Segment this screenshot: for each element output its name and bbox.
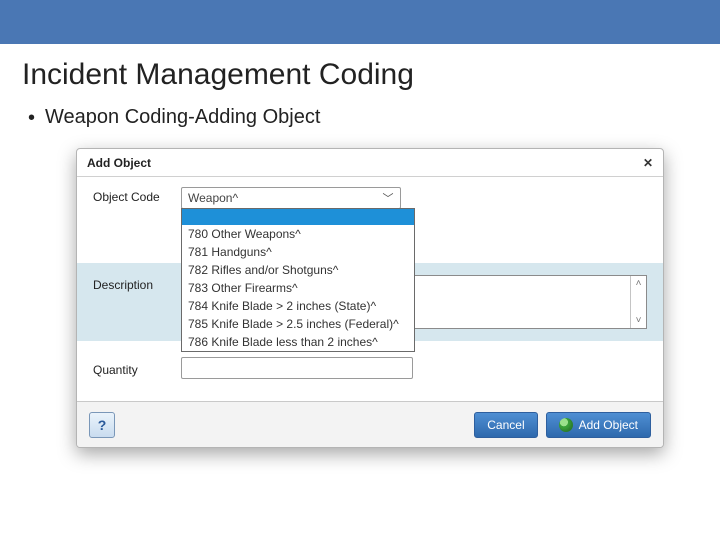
- help-icon: ?: [98, 417, 107, 433]
- object-code-row: Object Code Weapon^ ﹀ 780 Other Weapons^…: [93, 187, 647, 209]
- scroll-up-icon[interactable]: ˄: [636, 278, 642, 289]
- bullet-text: Weapon Coding-Adding Object: [45, 106, 320, 129]
- dropdown-option[interactable]: 784 Knife Blade > 2 inches (State)^: [182, 297, 414, 315]
- object-code-field: Weapon^ ﹀ 780 Other Weapons^ 781 Handgun…: [181, 187, 647, 209]
- object-code-dropdown[interactable]: 780 Other Weapons^ 781 Handguns^ 782 Rif…: [181, 208, 415, 352]
- cancel-button[interactable]: Cancel: [474, 412, 537, 438]
- dialog-footer: ? Cancel Add Object: [77, 401, 663, 447]
- dropdown-option-selected[interactable]: [182, 209, 414, 225]
- object-code-label: Object Code: [93, 187, 181, 204]
- dropdown-option[interactable]: 782 Rifles and/or Shotguns^: [182, 261, 414, 279]
- scroll-down-icon[interactable]: ˅: [636, 315, 642, 326]
- globe-icon: [559, 418, 573, 432]
- dialog-title-text: Add Object: [87, 156, 151, 170]
- add-object-label: Add Object: [579, 418, 638, 432]
- textarea-scrollbar[interactable]: ˄ ˅: [630, 276, 646, 328]
- quantity-label: Quantity: [93, 360, 181, 377]
- dropdown-option[interactable]: 783 Other Firearms^: [182, 279, 414, 297]
- dropdown-option[interactable]: 785 Knife Blade > 2.5 inches (Federal)^: [182, 315, 414, 333]
- slide-title: Incident Management Coding: [0, 44, 720, 102]
- description-label: Description: [93, 275, 181, 292]
- close-icon[interactable]: ✕: [643, 156, 653, 170]
- quantity-input[interactable]: [181, 357, 413, 379]
- quantity-row: Quantity: [93, 357, 647, 379]
- dropdown-option[interactable]: 781 Handguns^: [182, 243, 414, 261]
- dialog-wrap: Add Object ✕ Object Code Weapon^ ﹀ 780 O: [0, 144, 720, 540]
- object-code-value: Weapon^: [188, 191, 238, 205]
- cancel-label: Cancel: [487, 418, 524, 432]
- add-object-dialog: Add Object ✕ Object Code Weapon^ ﹀ 780 O: [76, 148, 664, 448]
- slide: Incident Management Coding • Weapon Codi…: [0, 0, 720, 540]
- dialog-content: Object Code Weapon^ ﹀ 780 Other Weapons^…: [77, 177, 663, 401]
- dialog-titlebar: Add Object ✕: [77, 149, 663, 177]
- bullet-row: • Weapon Coding-Adding Object: [0, 102, 720, 144]
- top-band: [0, 0, 720, 44]
- add-object-button[interactable]: Add Object: [546, 412, 651, 438]
- dropdown-option[interactable]: 786 Knife Blade less than 2 inches^: [182, 333, 414, 351]
- chevron-down-icon: ﹀: [380, 190, 396, 206]
- object-code-select[interactable]: Weapon^ ﹀: [181, 187, 401, 209]
- dropdown-option[interactable]: 780 Other Weapons^: [182, 225, 414, 243]
- bullet-dot: •: [28, 106, 35, 130]
- help-button[interactable]: ?: [89, 412, 115, 438]
